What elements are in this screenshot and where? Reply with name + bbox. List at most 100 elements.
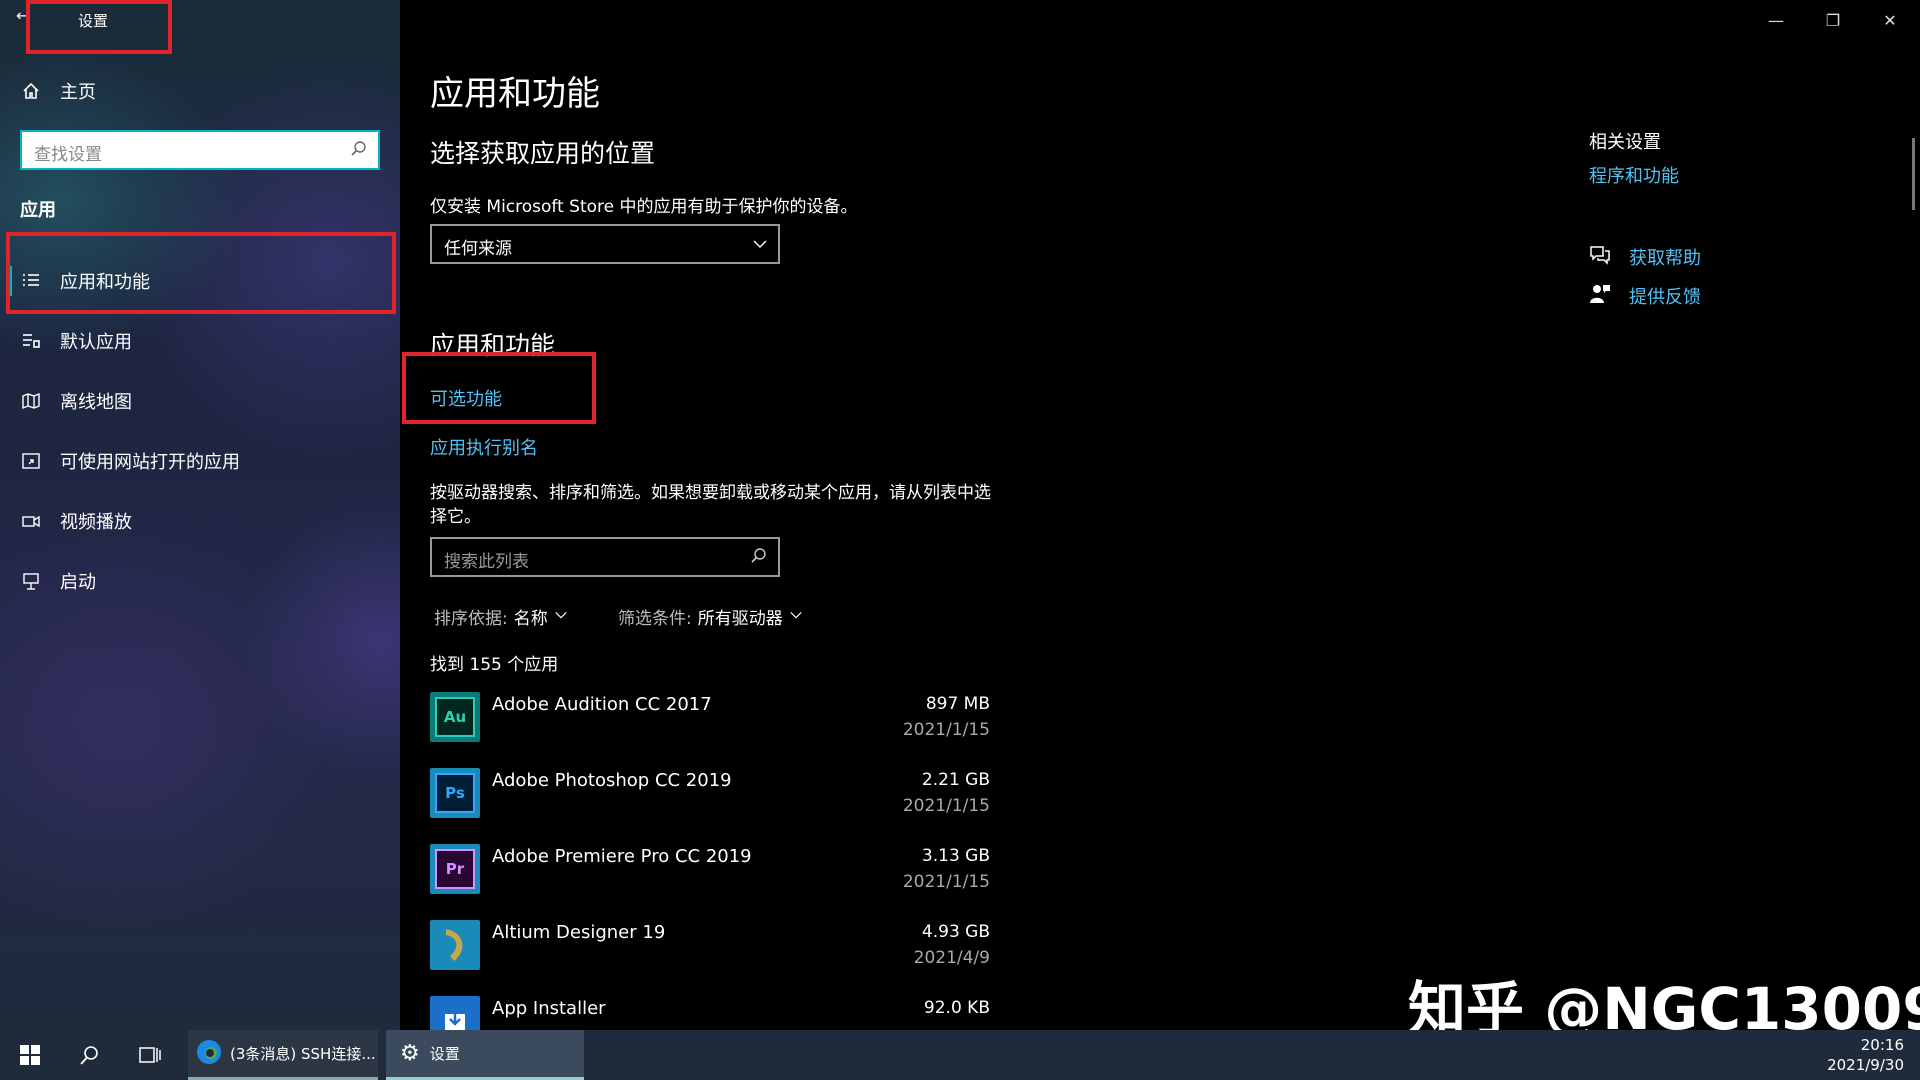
web-app-icon [20, 450, 42, 472]
search-icon [80, 1046, 98, 1065]
clock-date: 2021/9/30 [1827, 1056, 1904, 1074]
sidebar-item-label: 离线地图 [60, 392, 132, 413]
sidebar-item-offline-maps[interactable]: 离线地图 [0, 376, 400, 426]
sort-value: 名称 [513, 609, 548, 629]
taskbar-settings-button[interactable]: ⚙ 设置 [386, 1030, 584, 1080]
chat-help-icon [1589, 245, 1611, 269]
chevron-down-icon [554, 607, 568, 627]
clock-time: 20:16 [1860, 1036, 1904, 1054]
scrollbar[interactable] [1912, 138, 1915, 210]
app-badge: Au [435, 697, 475, 737]
optional-features-highlight-box [402, 352, 596, 424]
edge-icon [196, 1039, 222, 1069]
store-note: 仅安装 Microsoft Store 中的应用有助于保护你的设备。 [430, 197, 858, 217]
source-dropdown-value: 任何来源 [444, 239, 512, 259]
audition-icon: Au [430, 692, 480, 742]
found-count: 找到 155 个应用 [430, 655, 559, 675]
map-icon [20, 390, 42, 412]
premiere-icon: Pr [430, 844, 480, 894]
app-size: 897 MB [925, 694, 990, 714]
filter-value: 所有驱动器 [697, 609, 783, 629]
taskbar-search-button[interactable] [62, 1030, 118, 1080]
app-name: Adobe Photoshop CC 2019 [492, 770, 732, 791]
list-item[interactable]: Au Adobe Audition CC 2017 897 MB 2021/1/… [430, 692, 990, 768]
app-size: 4.93 GB [921, 922, 990, 942]
app-alias-link[interactable]: 应用执行别名 [430, 434, 538, 460]
minimize-icon[interactable]: — [1756, 8, 1796, 32]
clock[interactable]: 20:16 2021/9/30 [1827, 1035, 1904, 1075]
feedback-row[interactable]: 提供反馈 [1589, 283, 1701, 309]
app-list-search-box[interactable]: 搜索此列表 [430, 537, 780, 577]
app-date: 2021/1/15 [902, 720, 990, 740]
get-help-row[interactable]: 获取帮助 [1589, 244, 1701, 270]
page-title: 应用和功能 [430, 74, 600, 114]
start-button[interactable] [0, 1030, 60, 1080]
sidebar-item-video-playback[interactable]: 视频播放 [0, 496, 400, 546]
task-view-button[interactable] [122, 1030, 178, 1080]
sidebar-item-label: 视频播放 [60, 512, 132, 533]
list-item[interactable]: App Installer 92.0 KB [430, 996, 990, 1030]
app-date: 2021/1/15 [902, 796, 990, 816]
sort-label: 排序依据: [434, 609, 508, 629]
sidebar-item-label: 启动 [60, 572, 96, 593]
sidebar-item-label: 可使用网站打开的应用 [60, 452, 240, 473]
app-date: 2021/4/9 [913, 948, 990, 968]
search-help-text: 按驱动器搜索、排序和筛选。如果想要卸载或移动某个应用，请从列表中选择它。 [430, 483, 991, 527]
close-icon[interactable]: ✕ [1870, 8, 1910, 32]
search-icon [750, 547, 768, 569]
apps-features-highlight-box [6, 232, 396, 314]
taskbar-edge-button[interactable]: (3条消息) SSH连接... [188, 1030, 378, 1080]
sidebar-item-label: 默认应用 [60, 332, 132, 353]
sort-dropdown[interactable]: 排序依据: 名称 [434, 604, 568, 629]
app-list-search-placeholder: 搜索此列表 [444, 552, 529, 572]
sidebar-home[interactable]: 主页 [0, 66, 400, 116]
taskbar: (3条消息) SSH连接... ⚙ 设置 20:16 2021/9/30 [0, 1030, 1920, 1080]
default-apps-icon [20, 330, 42, 352]
app-name: Adobe Premiere Pro CC 2019 [492, 846, 752, 867]
settings-window-label: 设置 [429, 1045, 460, 1063]
sidebar-home-label: 主页 [60, 82, 96, 103]
app-size: 2.21 GB [921, 770, 990, 790]
related-heading: 相关设置 [1589, 132, 1661, 153]
feedback-link: 提供反馈 [1629, 287, 1701, 308]
get-help-link: 获取帮助 [1629, 248, 1701, 269]
filter-dropdown[interactable]: 筛选条件: 所有驱动器 [618, 604, 803, 629]
list-item[interactable]: Ps Adobe Photoshop CC 2019 2.21 GB 2021/… [430, 768, 990, 844]
app-installer-icon [430, 996, 480, 1030]
app-name: Adobe Audition CC 2017 [492, 694, 712, 715]
altium-icon [430, 920, 480, 970]
settings-search-placeholder: 查找设置 [34, 145, 102, 165]
sidebar-item-startup[interactable]: 启动 [0, 556, 400, 606]
chevron-down-icon [752, 236, 768, 256]
windows-icon [20, 1045, 40, 1065]
app-size: 92.0 KB [923, 998, 990, 1018]
restore-icon[interactable]: ❐ [1813, 8, 1853, 32]
app-size: 3.13 GB [921, 846, 990, 866]
app-name: Altium Designer 19 [492, 922, 666, 943]
sidebar-item-web-apps[interactable]: 可使用网站打开的应用 [0, 436, 400, 486]
home-icon [20, 80, 42, 102]
programs-features-link[interactable]: 程序和功能 [1589, 162, 1679, 188]
list-item[interactable]: Altium Designer 19 4.93 GB 2021/4/9 [430, 920, 990, 996]
list-item[interactable]: Pr Adobe Premiere Pro CC 2019 3.13 GB 20… [430, 844, 990, 920]
settings-search-box[interactable]: 查找设置 [20, 130, 380, 170]
app-badge: Pr [435, 849, 475, 889]
video-icon [20, 510, 42, 532]
sidebar-item-default-apps[interactable]: 默认应用 [0, 316, 400, 366]
source-dropdown[interactable]: 任何来源 [430, 224, 780, 264]
title-highlight-box [26, 0, 172, 54]
gear-icon: ⚙ [400, 1041, 420, 1066]
startup-icon [20, 570, 42, 592]
sidebar-section-title: 应用 [20, 200, 56, 221]
photoshop-icon: Ps [430, 768, 480, 818]
app-badge: Ps [435, 773, 475, 813]
search-icon [350, 140, 368, 162]
choose-location-heading: 选择获取应用的位置 [430, 139, 656, 168]
task-view-icon [139, 1047, 161, 1063]
chevron-down-icon [789, 607, 803, 627]
app-name: App Installer [492, 998, 606, 1019]
feedback-icon [1589, 283, 1611, 309]
sidebar: ← 设置 主页 查找设置 应用 应用和功能 默认应用 离线地图 可使用网站打开的… [0, 0, 400, 1030]
filter-label: 筛选条件: [618, 609, 692, 629]
app-date: 2021/1/15 [902, 872, 990, 892]
